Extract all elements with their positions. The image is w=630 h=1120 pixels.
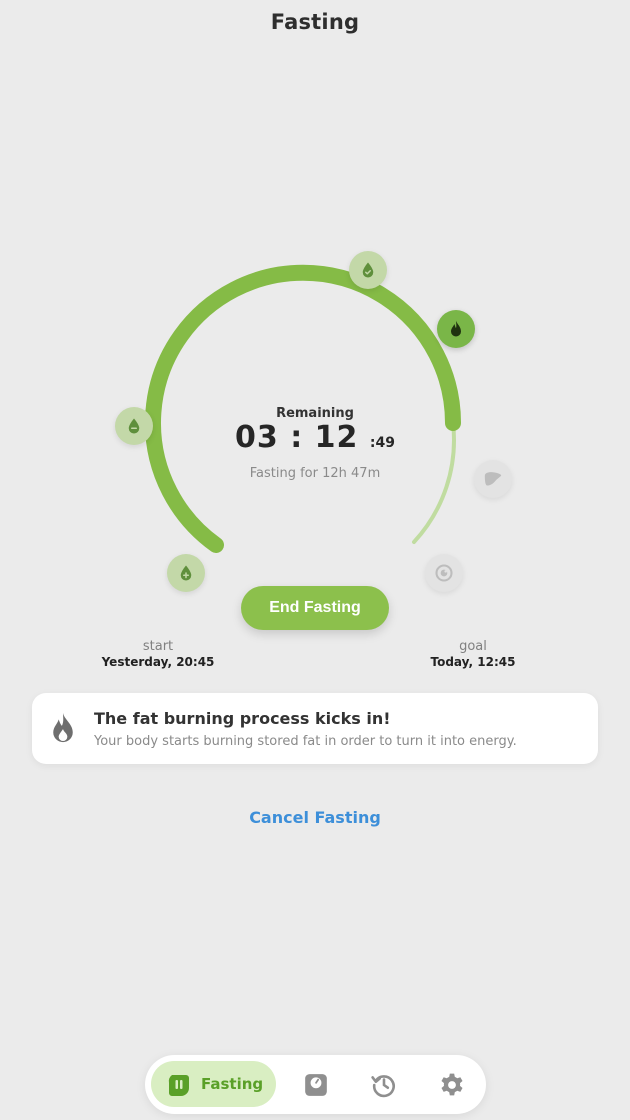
tab-settings[interactable] [438, 1071, 466, 1099]
flame-icon [50, 711, 76, 749]
cancel-fasting-link[interactable]: Cancel Fasting [249, 808, 381, 827]
timer-seconds: :49 [369, 435, 395, 451]
cancel-fasting-row: Cancel Fasting [0, 808, 630, 827]
start-time: start Yesterday, 20:45 [100, 639, 216, 669]
tab-history[interactable] [370, 1071, 398, 1099]
bottom-tab-bar: Fasting [145, 1055, 486, 1114]
stage-autophagy[interactable] [425, 554, 463, 592]
goal-label: goal [459, 639, 487, 654]
goal-time: goal Today, 12:45 [420, 639, 526, 669]
stage-blood-sugar-rises[interactable] [167, 554, 205, 592]
drop-check-icon [362, 262, 374, 278]
remaining-label: Remaining [276, 406, 354, 421]
info-card-description: Your body starts burning stored fat in o… [94, 734, 517, 749]
countdown-timer: 03 : 12 :49 [0, 420, 630, 455]
start-label: start [142, 639, 174, 654]
history-icon [371, 1075, 395, 1098]
stage-info-card: The fat burning process kicks in! Your b… [32, 693, 598, 764]
stage-fat-burning[interactable] [437, 310, 475, 348]
settings-icon [441, 1073, 463, 1096]
goal-value: Today, 12:45 [430, 655, 516, 669]
tab-scale[interactable] [302, 1071, 330, 1099]
timer-separator: : [290, 420, 304, 455]
end-fasting-button[interactable]: End Fasting [241, 586, 389, 630]
tab-fasting-label: Fasting [201, 1075, 264, 1093]
flame-icon [451, 320, 461, 337]
scale-icon [305, 1074, 327, 1096]
start-value: Yesterday, 20:45 [101, 655, 215, 669]
drop-plus-icon [180, 565, 192, 581]
tab-fasting[interactable]: Fasting [151, 1061, 276, 1107]
timer-minutes: 12 [314, 420, 359, 455]
stage-blood-sugar-normal[interactable] [349, 251, 387, 289]
cell-icon [435, 564, 453, 582]
timer-hours: 03 [235, 420, 279, 455]
fasting-icon [168, 1075, 189, 1096]
fasting-duration: Fasting for 12h 47m [249, 466, 381, 481]
info-card-title: The fat burning process kicks in! [94, 709, 391, 728]
